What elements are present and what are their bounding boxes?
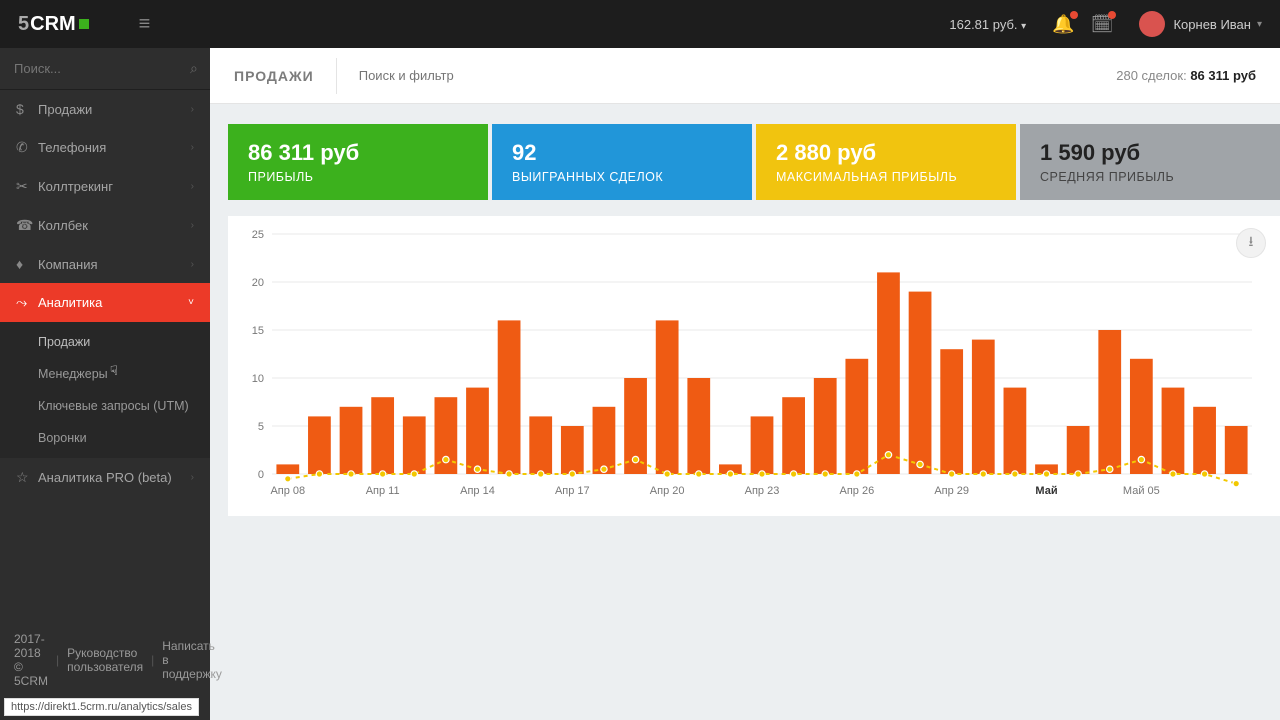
sidebar-item-label: Аналитика PRO (beta) xyxy=(38,470,191,485)
search-input[interactable] xyxy=(14,61,190,76)
calendar-icon[interactable]: 🗓 xyxy=(1091,14,1114,35)
chevron-down-icon: ˅ xyxy=(188,297,194,308)
svg-text:Апр 20: Апр 20 xyxy=(650,485,685,497)
sales-chart: 0 5 10 15 20 25 Апр 08 Апр 11 Апр 14 Апр 17 Апр 20… xyxy=(232,224,1262,504)
topbar: 5CRM ≡ 162.81 руб. ▾ 🔔 🗓 Корнев Иван ▾ xyxy=(0,0,1280,48)
svg-text:Апр 23: Апр 23 xyxy=(745,485,780,497)
chevron-right-icon: › xyxy=(191,142,194,153)
svg-text:0: 0 xyxy=(258,469,264,481)
svg-text:Апр 11: Апр 11 xyxy=(366,485,400,497)
kpi-won-deals[interactable]: 92 ВЫИГРАННЫХ СДЕЛОК xyxy=(492,124,752,200)
chevron-right-icon: › xyxy=(191,104,194,115)
svg-text:Апр 29: Апр 29 xyxy=(934,485,969,497)
sidebar-icon: ✂ xyxy=(16,178,38,195)
kpi-row: 86 311 руб ПРИБЫЛЬ 92 ВЫИГРАННЫХ СДЕЛОК … xyxy=(210,104,1280,208)
copyright: 2017-2018 © 5CRM xyxy=(14,632,48,688)
sidebar-icon: $ xyxy=(16,101,38,117)
manual-link[interactable]: Руководство пользователя xyxy=(67,646,143,674)
logo-mark-icon xyxy=(79,19,89,29)
sidebar-item-label: Компания xyxy=(38,257,191,272)
logo-part-crm: CRM xyxy=(30,13,76,36)
logo-part-5: 5 xyxy=(18,13,29,36)
svg-text:Апр 26: Апр 26 xyxy=(839,485,874,497)
svg-text:Апр 14: Апр 14 xyxy=(460,485,495,497)
user-name: Корнев Иван xyxy=(1173,17,1250,32)
sidebar-icon: ☆ xyxy=(16,469,38,486)
sidebar-item-6[interactable]: ☆Аналитика PRO (beta)› xyxy=(0,458,210,497)
svg-text:20: 20 xyxy=(252,277,264,289)
page-title: ПРОДАЖИ xyxy=(234,68,314,84)
sidebar-item-4[interactable]: ♦Компания› xyxy=(0,245,210,283)
svg-text:Май 05: Май 05 xyxy=(1123,485,1160,497)
sidebar-icon: ✆ xyxy=(16,139,38,156)
chevron-right-icon: › xyxy=(191,181,194,192)
chevron-down-icon: ▾ xyxy=(1257,19,1262,30)
filter-input[interactable] xyxy=(359,68,1117,83)
sidebar-subitem-3[interactable]: Воронки xyxy=(0,422,210,454)
svg-text:25: 25 xyxy=(252,229,264,241)
svg-text:Апр 17: Апр 17 xyxy=(555,485,590,497)
hamburger-icon[interactable]: ≡ xyxy=(139,13,151,36)
sidebar-icon: ⤳ xyxy=(16,294,38,311)
logo[interactable]: 5CRM xyxy=(18,13,89,36)
kpi-avg-profit[interactable]: 1 590 руб СРЕДНЯЯ ПРИБЫЛЬ xyxy=(1020,124,1280,200)
sidebar-item-label: Продажи xyxy=(38,102,191,117)
bell-icon[interactable]: 🔔 xyxy=(1052,14,1074,35)
sidebar-subitem-0[interactable]: Продажи xyxy=(0,326,210,358)
deals-summary: 280 сделок: 86 311 руб xyxy=(1116,68,1256,83)
sidebar-item-2[interactable]: ✂Коллтрекинг› xyxy=(0,167,210,206)
sidebar-subitem-2[interactable]: Ключевые запросы (UTM) xyxy=(0,390,210,422)
kpi-profit[interactable]: 86 311 руб ПРИБЫЛЬ xyxy=(228,124,488,200)
sidebar-search[interactable]: ⌕ xyxy=(0,48,210,90)
footer: 2017-2018 © 5CRM | Руководство пользоват… xyxy=(0,626,210,694)
sidebar-item-1[interactable]: ✆Телефония› xyxy=(0,128,210,167)
balance-dropdown[interactable]: 162.81 руб. ▾ xyxy=(949,17,1026,32)
svg-text:Апр 08: Апр 08 xyxy=(270,485,305,497)
sidebar-item-label: Аналитика xyxy=(38,295,188,310)
svg-text:10: 10 xyxy=(252,373,264,385)
sidebar-icon: ♦ xyxy=(16,256,38,272)
download-button[interactable]: ⭳ xyxy=(1236,228,1266,258)
chart-card: ⭳ 0 5 10 15 20 25 Апр 08 Апр 11 Апр 14 Апр 17 Апр … xyxy=(228,216,1280,516)
chevron-right-icon: › xyxy=(191,472,194,483)
user-menu[interactable]: Корнев Иван ▾ xyxy=(1139,11,1262,37)
sidebar-item-3[interactable]: ☎Коллбек› xyxy=(0,206,210,245)
sidebar: ⌕ $Продажи›✆Телефония›✂Коллтрекинг›☎Колл… xyxy=(0,48,210,720)
search-icon[interactable]: ⌕ xyxy=(190,60,198,77)
avatar xyxy=(1139,11,1165,37)
sidebar-item-label: Коллтрекинг xyxy=(38,179,191,194)
sidebar-item-5[interactable]: ⤳Аналитика˅ xyxy=(0,283,210,322)
main: ПРОДАЖИ 280 сделок: 86 311 руб 86 311 ру… xyxy=(210,48,1280,720)
page-header: ПРОДАЖИ 280 сделок: 86 311 руб xyxy=(210,48,1280,104)
chevron-right-icon: › xyxy=(191,220,194,231)
sidebar-item-label: Коллбек xyxy=(38,218,191,233)
sidebar-icon: ☎ xyxy=(16,217,38,234)
sidebar-item-0[interactable]: $Продажи› xyxy=(0,90,210,128)
chevron-right-icon: › xyxy=(191,259,194,270)
kpi-max-profit[interactable]: 2 880 руб МАКСИМАЛЬНАЯ ПРИБЫЛЬ xyxy=(756,124,1016,200)
sidebar-subitem-1[interactable]: Менеджеры xyxy=(0,358,210,390)
svg-text:5: 5 xyxy=(258,421,264,433)
svg-text:Май: Май xyxy=(1035,485,1057,497)
status-bar-url: https://direkt1.5crm.ru/analytics/sales xyxy=(4,698,199,716)
sidebar-item-label: Телефония xyxy=(38,140,191,155)
svg-text:15: 15 xyxy=(252,325,264,337)
